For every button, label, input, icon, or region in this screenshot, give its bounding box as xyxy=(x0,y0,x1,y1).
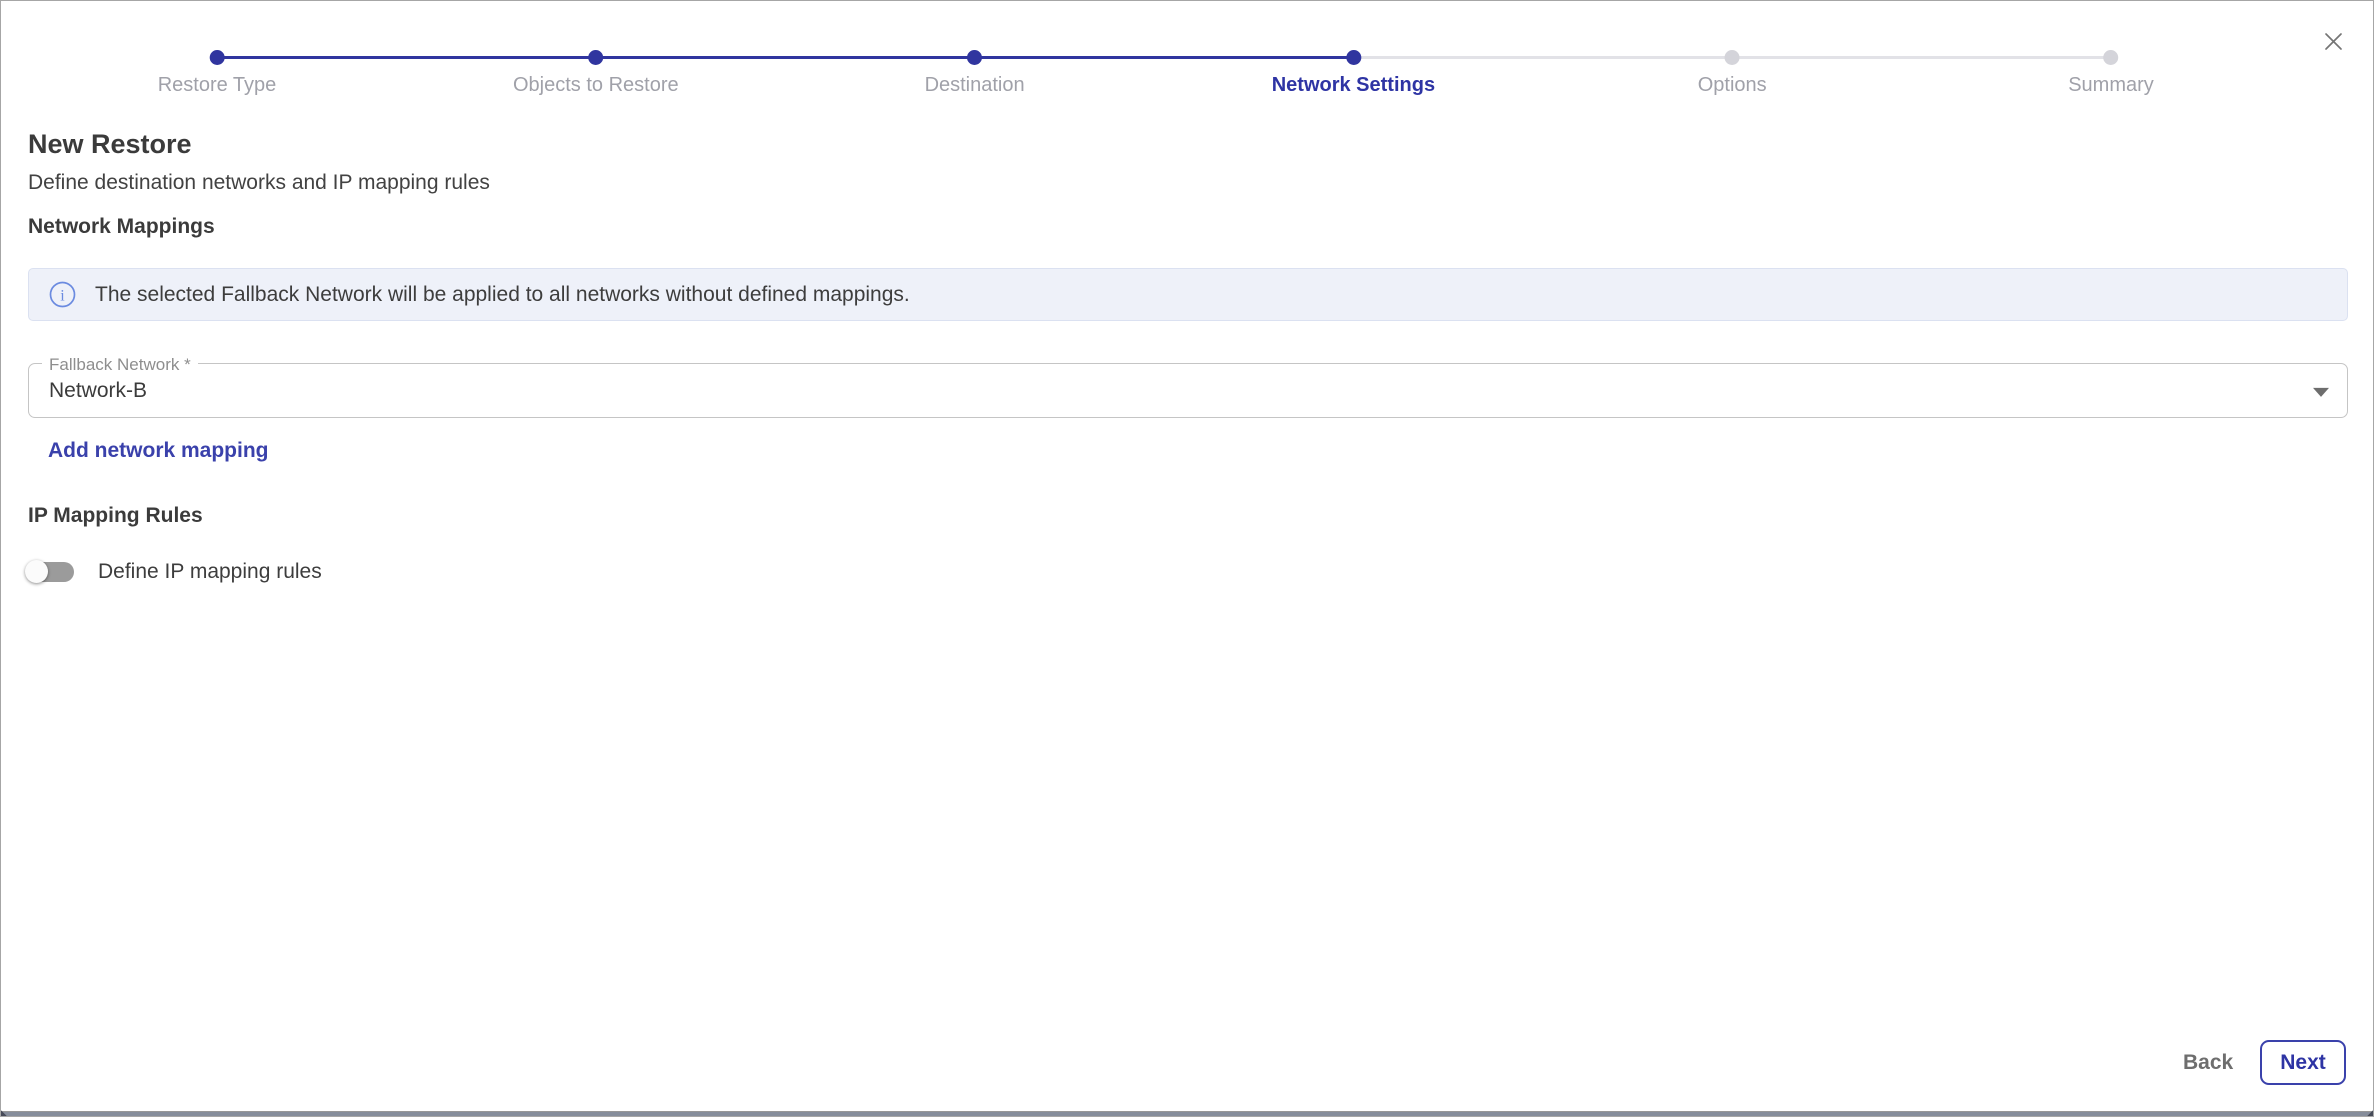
stepper-step-options[interactable]: Options xyxy=(1698,50,1767,97)
step-dot-icon xyxy=(210,50,225,65)
dropdown-caret-icon xyxy=(2313,387,2329,396)
step-label: Objects to Restore xyxy=(513,74,679,97)
step-label: Restore Type xyxy=(158,74,277,97)
window-bottom-edge xyxy=(1,1111,2373,1116)
fallback-network-label: Fallback Network * xyxy=(42,355,198,375)
close-icon xyxy=(2322,30,2345,53)
info-banner-text: The selected Fallback Network will be ap… xyxy=(95,283,910,307)
next-button[interactable]: Next xyxy=(2260,1040,2346,1085)
resize-corner-left xyxy=(1,1108,9,1116)
step-dot-icon xyxy=(2103,50,2118,65)
network-mappings-heading: Network Mappings xyxy=(28,215,215,239)
step-label: Destination xyxy=(925,74,1025,97)
stepper-step-objects-to-restore[interactable]: Objects to Restore xyxy=(513,50,679,97)
stepper-step-destination[interactable]: Destination xyxy=(925,50,1025,97)
svg-text:i: i xyxy=(60,288,65,305)
ip-mapping-toggle-row: Define IP mapping rules xyxy=(26,557,322,587)
define-ip-rules-label: Define IP mapping rules xyxy=(98,560,322,584)
resize-corner-right[interactable] xyxy=(2365,1108,2373,1116)
stepper-step-restore-type[interactable]: Restore Type xyxy=(158,50,277,97)
fallback-network-select[interactable]: Fallback Network * Network-B xyxy=(28,363,2348,418)
step-dot-icon xyxy=(1346,50,1361,65)
step-label: Network Settings xyxy=(1272,74,1435,97)
step-dot-icon xyxy=(967,50,982,65)
stepper-step-network-settings[interactable]: Network Settings xyxy=(1272,50,1435,97)
toggle-thumb xyxy=(25,560,48,583)
step-dot-icon xyxy=(588,50,603,65)
info-banner: i The selected Fallback Network will be … xyxy=(28,268,2348,321)
back-button[interactable]: Back xyxy=(2173,1041,2243,1085)
page-title: New Restore xyxy=(28,129,192,160)
stepper: Restore Type Objects to Restore Destinatio… xyxy=(1,1,2373,111)
stepper-progress-line xyxy=(217,56,1353,59)
step-label: Summary xyxy=(2068,74,2154,97)
close-button[interactable] xyxy=(2317,25,2349,57)
new-restore-dialog: Restore Type Objects to Restore Destinatio… xyxy=(0,0,2374,1117)
ip-mapping-rules-heading: IP Mapping Rules xyxy=(28,504,203,528)
stepper-step-summary[interactable]: Summary xyxy=(2068,50,2154,97)
define-ip-rules-toggle[interactable] xyxy=(26,562,74,582)
step-dot-icon xyxy=(1725,50,1740,65)
add-network-mapping-link[interactable]: Add network mapping xyxy=(48,439,269,463)
info-icon: i xyxy=(49,281,76,308)
fallback-network-value: Network-B xyxy=(49,379,147,403)
page-subtitle: Define destination networks and IP mappi… xyxy=(28,171,490,195)
step-label: Options xyxy=(1698,74,1767,97)
